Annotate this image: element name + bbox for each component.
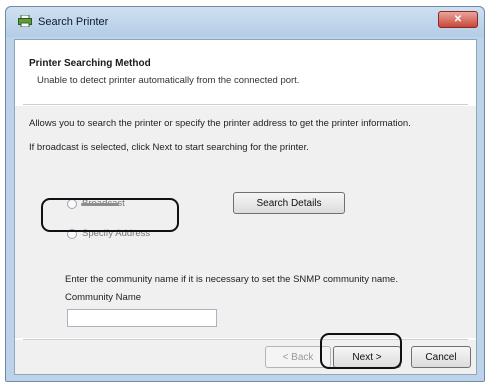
header-title: Printer Searching Method [29, 58, 151, 69]
description-text: Allows you to search the printer or spec… [29, 118, 411, 129]
broadcast-hint-text: If broadcast is selected, click Next to … [29, 142, 309, 153]
window-title: Search Printer [38, 16, 109, 28]
close-icon: ✕ [453, 14, 463, 25]
callout-specify-address [41, 198, 179, 232]
close-button[interactable]: ✕ [438, 11, 478, 28]
community-name-input[interactable] [67, 309, 217, 327]
dialog-footer: < Back Next > Cancel [15, 340, 476, 374]
dialog-header: Printer Searching Method Unable to detec… [15, 40, 476, 104]
community-name-label: Community Name [65, 292, 142, 303]
cancel-button[interactable]: Cancel [411, 346, 471, 368]
title-bar[interactable]: Search Printer ✕ [6, 7, 484, 37]
header-subtitle: Unable to detect printer automatically f… [37, 75, 300, 86]
snmp-note-text: Enter the community name if it is necess… [65, 274, 398, 285]
dialog-window: Search Printer ✕ Printer Searching Metho… [5, 6, 485, 382]
printer-icon [18, 15, 32, 27]
callout-next-button [320, 333, 402, 369]
search-details-button[interactable]: Search Details [233, 192, 345, 214]
